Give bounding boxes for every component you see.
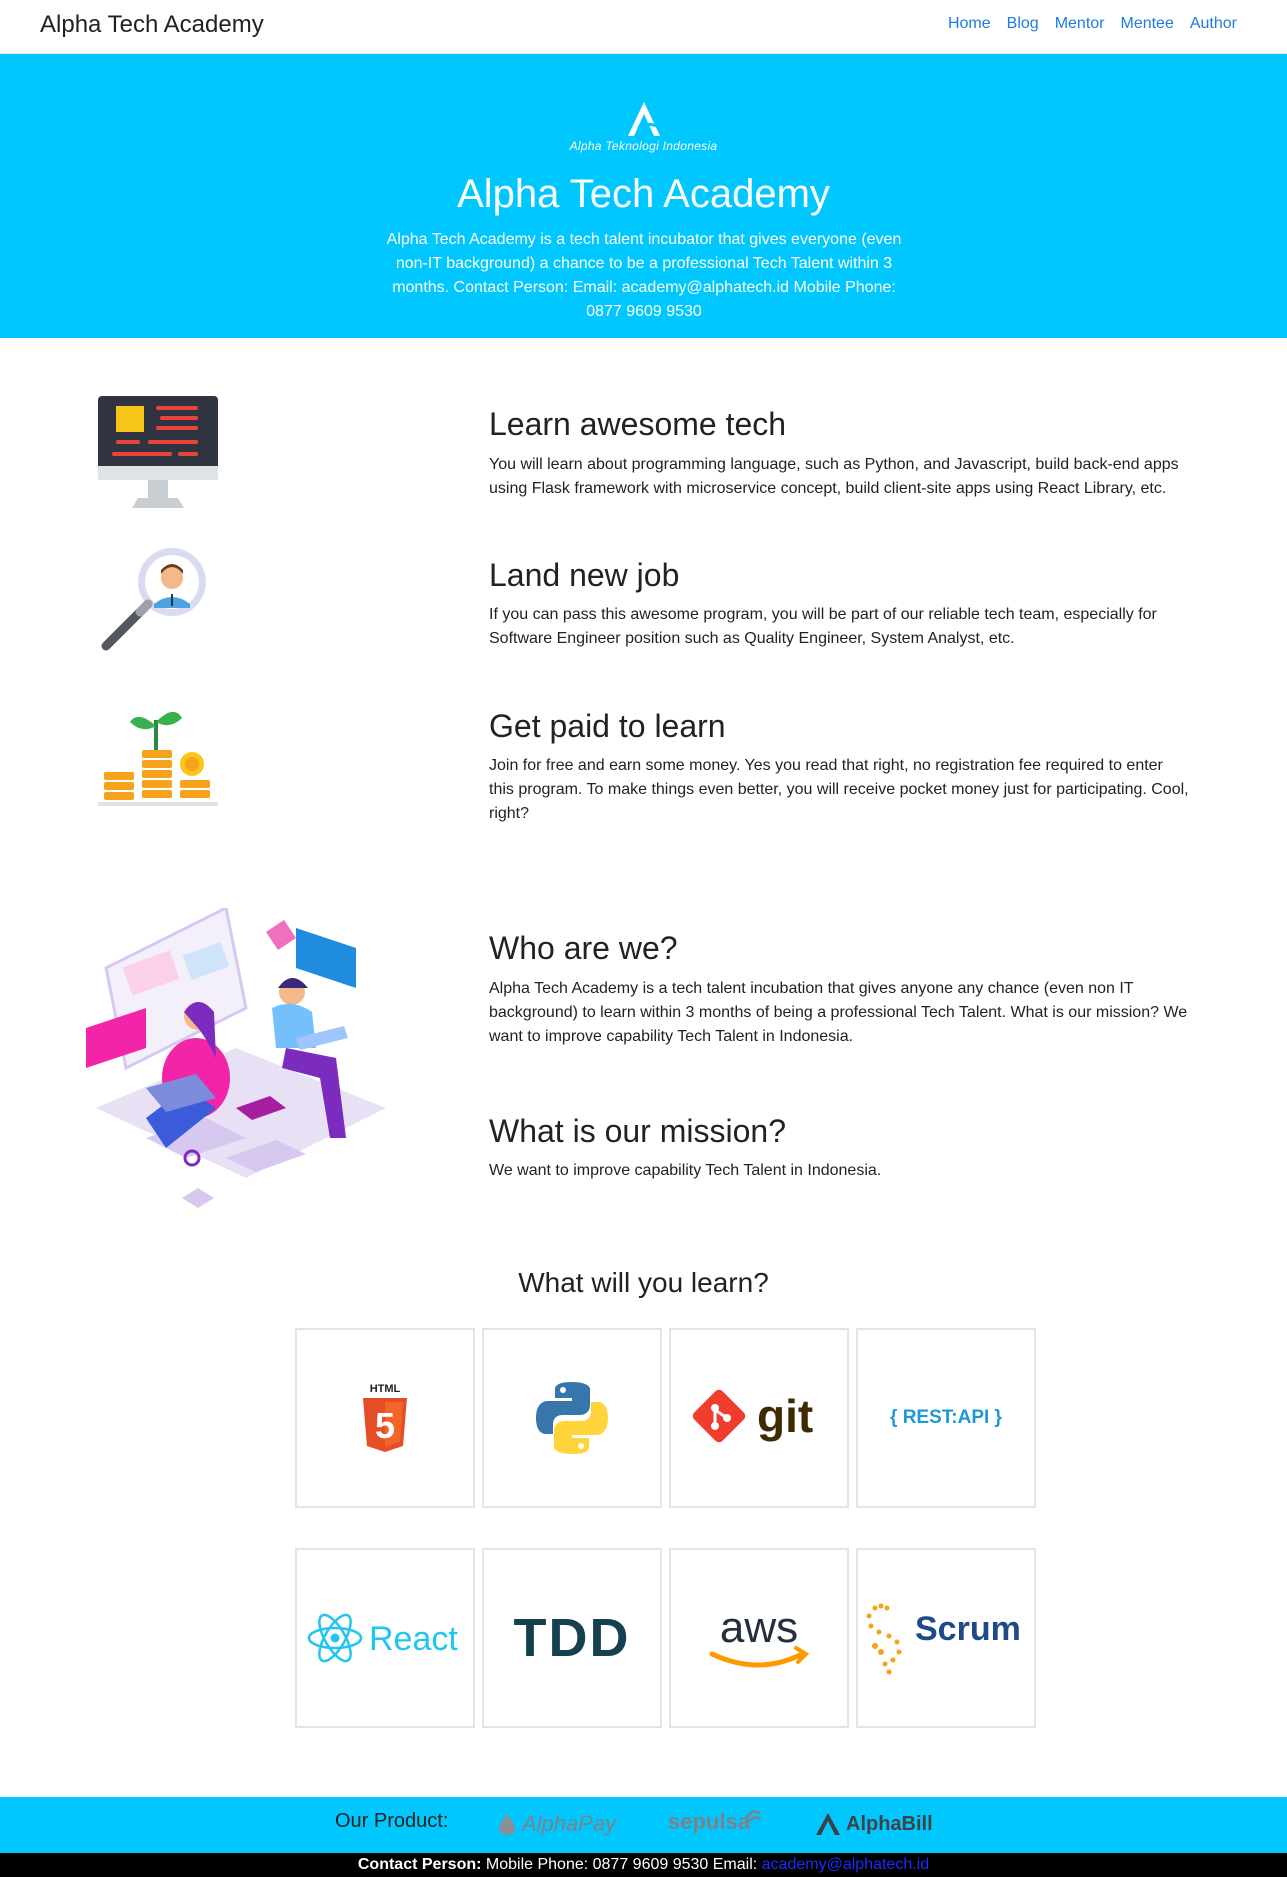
aws-wordmark: aws [720, 1603, 798, 1652]
feature-title: Land new job [489, 557, 680, 593]
tdd-wordmark: TDD [513, 1608, 631, 1668]
nav-link-mentor[interactable]: Mentor [1055, 15, 1105, 33]
logo-caption: Alpha Teknologi Indonesia [569, 139, 718, 153]
feature-title: Learn awesome tech [489, 406, 787, 442]
alphabill-wordmark: AlphaBill [846, 1812, 933, 1835]
rest-api-wordmark: { REST:API } [890, 1407, 1002, 1428]
contact-label: Contact Person: [357, 1856, 482, 1873]
react-wordmark: React [369, 1620, 458, 1658]
sepulsa-wordmark: sepulsa [668, 1809, 750, 1834]
nav-link-blog[interactable]: Blog [1007, 15, 1039, 33]
feature-text: You will learn about programming languag… [489, 456, 1179, 497]
git-logo: git [669, 1328, 849, 1508]
scrum-logo: Scrum [856, 1548, 1036, 1728]
alphapay-icon [499, 1814, 515, 1835]
python-logo [482, 1328, 662, 1508]
alphapay-logo[interactable]: AlphaPay [496, 1811, 616, 1837]
learn-title: What will you learn? [518, 1267, 769, 1298]
nav-links: Home Blog Mentor Mentee Author [948, 15, 1237, 33]
team-illustration [86, 905, 398, 1212]
hero-description: Alpha Tech Academy is a tech talent incu… [386, 231, 902, 320]
products-footer: Our Product: AlphaPay sepulsa AlphaBill [0, 1797, 1287, 1853]
aws-logo: aws [669, 1548, 849, 1728]
alpha-a-icon [627, 102, 660, 136]
hero-title: Alpha Tech Academy [457, 172, 830, 216]
nav-link-home[interactable]: Home [948, 15, 991, 33]
alphapay-wordmark: AlphaPay [522, 1811, 617, 1836]
monitor-icon [98, 396, 218, 510]
nav-link-author[interactable]: Author [1190, 15, 1237, 33]
tdd-logo: TDD [482, 1548, 662, 1728]
feature-text: If you can pass this awesome program, yo… [489, 606, 1157, 647]
rest-api-logo: { REST:API } [856, 1328, 1036, 1508]
html-label: HTML [370, 1383, 401, 1395]
who-text: Alpha Tech Academy is a tech talent incu… [489, 980, 1188, 1045]
html-five-glyph: 5 [375, 1405, 395, 1446]
nav-link-mentee[interactable]: Mentee [1120, 15, 1173, 33]
sepulsa-swoosh-icon [745, 1810, 762, 1823]
alpha-logo: Alpha Teknologi Indonesia [0, 100, 1287, 153]
contact-email-link[interactable]: academy@alphatech.id [762, 1856, 929, 1873]
contact-text: Mobile Phone: 0877 9609 9530 Email: [481, 1856, 762, 1873]
react-logo: React [295, 1548, 475, 1728]
hero-banner: Alpha Teknologi Indonesia Alpha Tech Aca… [0, 54, 1287, 338]
who-title: Who are we? [489, 930, 678, 966]
navbar: Alpha Tech Academy Home Blog Mentor Ment… [0, 0, 1287, 54]
feature-text: Join for free and earn some money. Yes y… [489, 757, 1189, 822]
alphabill-logo[interactable]: AlphaBill [814, 1811, 933, 1837]
navbar-brand[interactable]: Alpha Tech Academy [40, 11, 264, 39]
mission-title: What is our mission? [489, 1113, 786, 1149]
mission-text: We want to improve capability Tech Talen… [489, 1162, 882, 1179]
coins-plant-icon [98, 696, 218, 810]
contact-bar: Contact Person: Mobile Phone: 0877 9609 … [0, 1853, 1287, 1877]
products-label: Our Product: [335, 1810, 449, 1832]
magnifier-person-icon [98, 546, 218, 660]
html5-logo: HTML 5 [295, 1328, 475, 1508]
alphabill-icon [816, 1813, 840, 1835]
git-wordmark: git [757, 1390, 813, 1442]
scrum-wordmark: Scrum [915, 1610, 1021, 1648]
feature-title: Get paid to learn [489, 708, 726, 744]
sepulsa-logo[interactable]: sepulsa [668, 1809, 762, 1835]
